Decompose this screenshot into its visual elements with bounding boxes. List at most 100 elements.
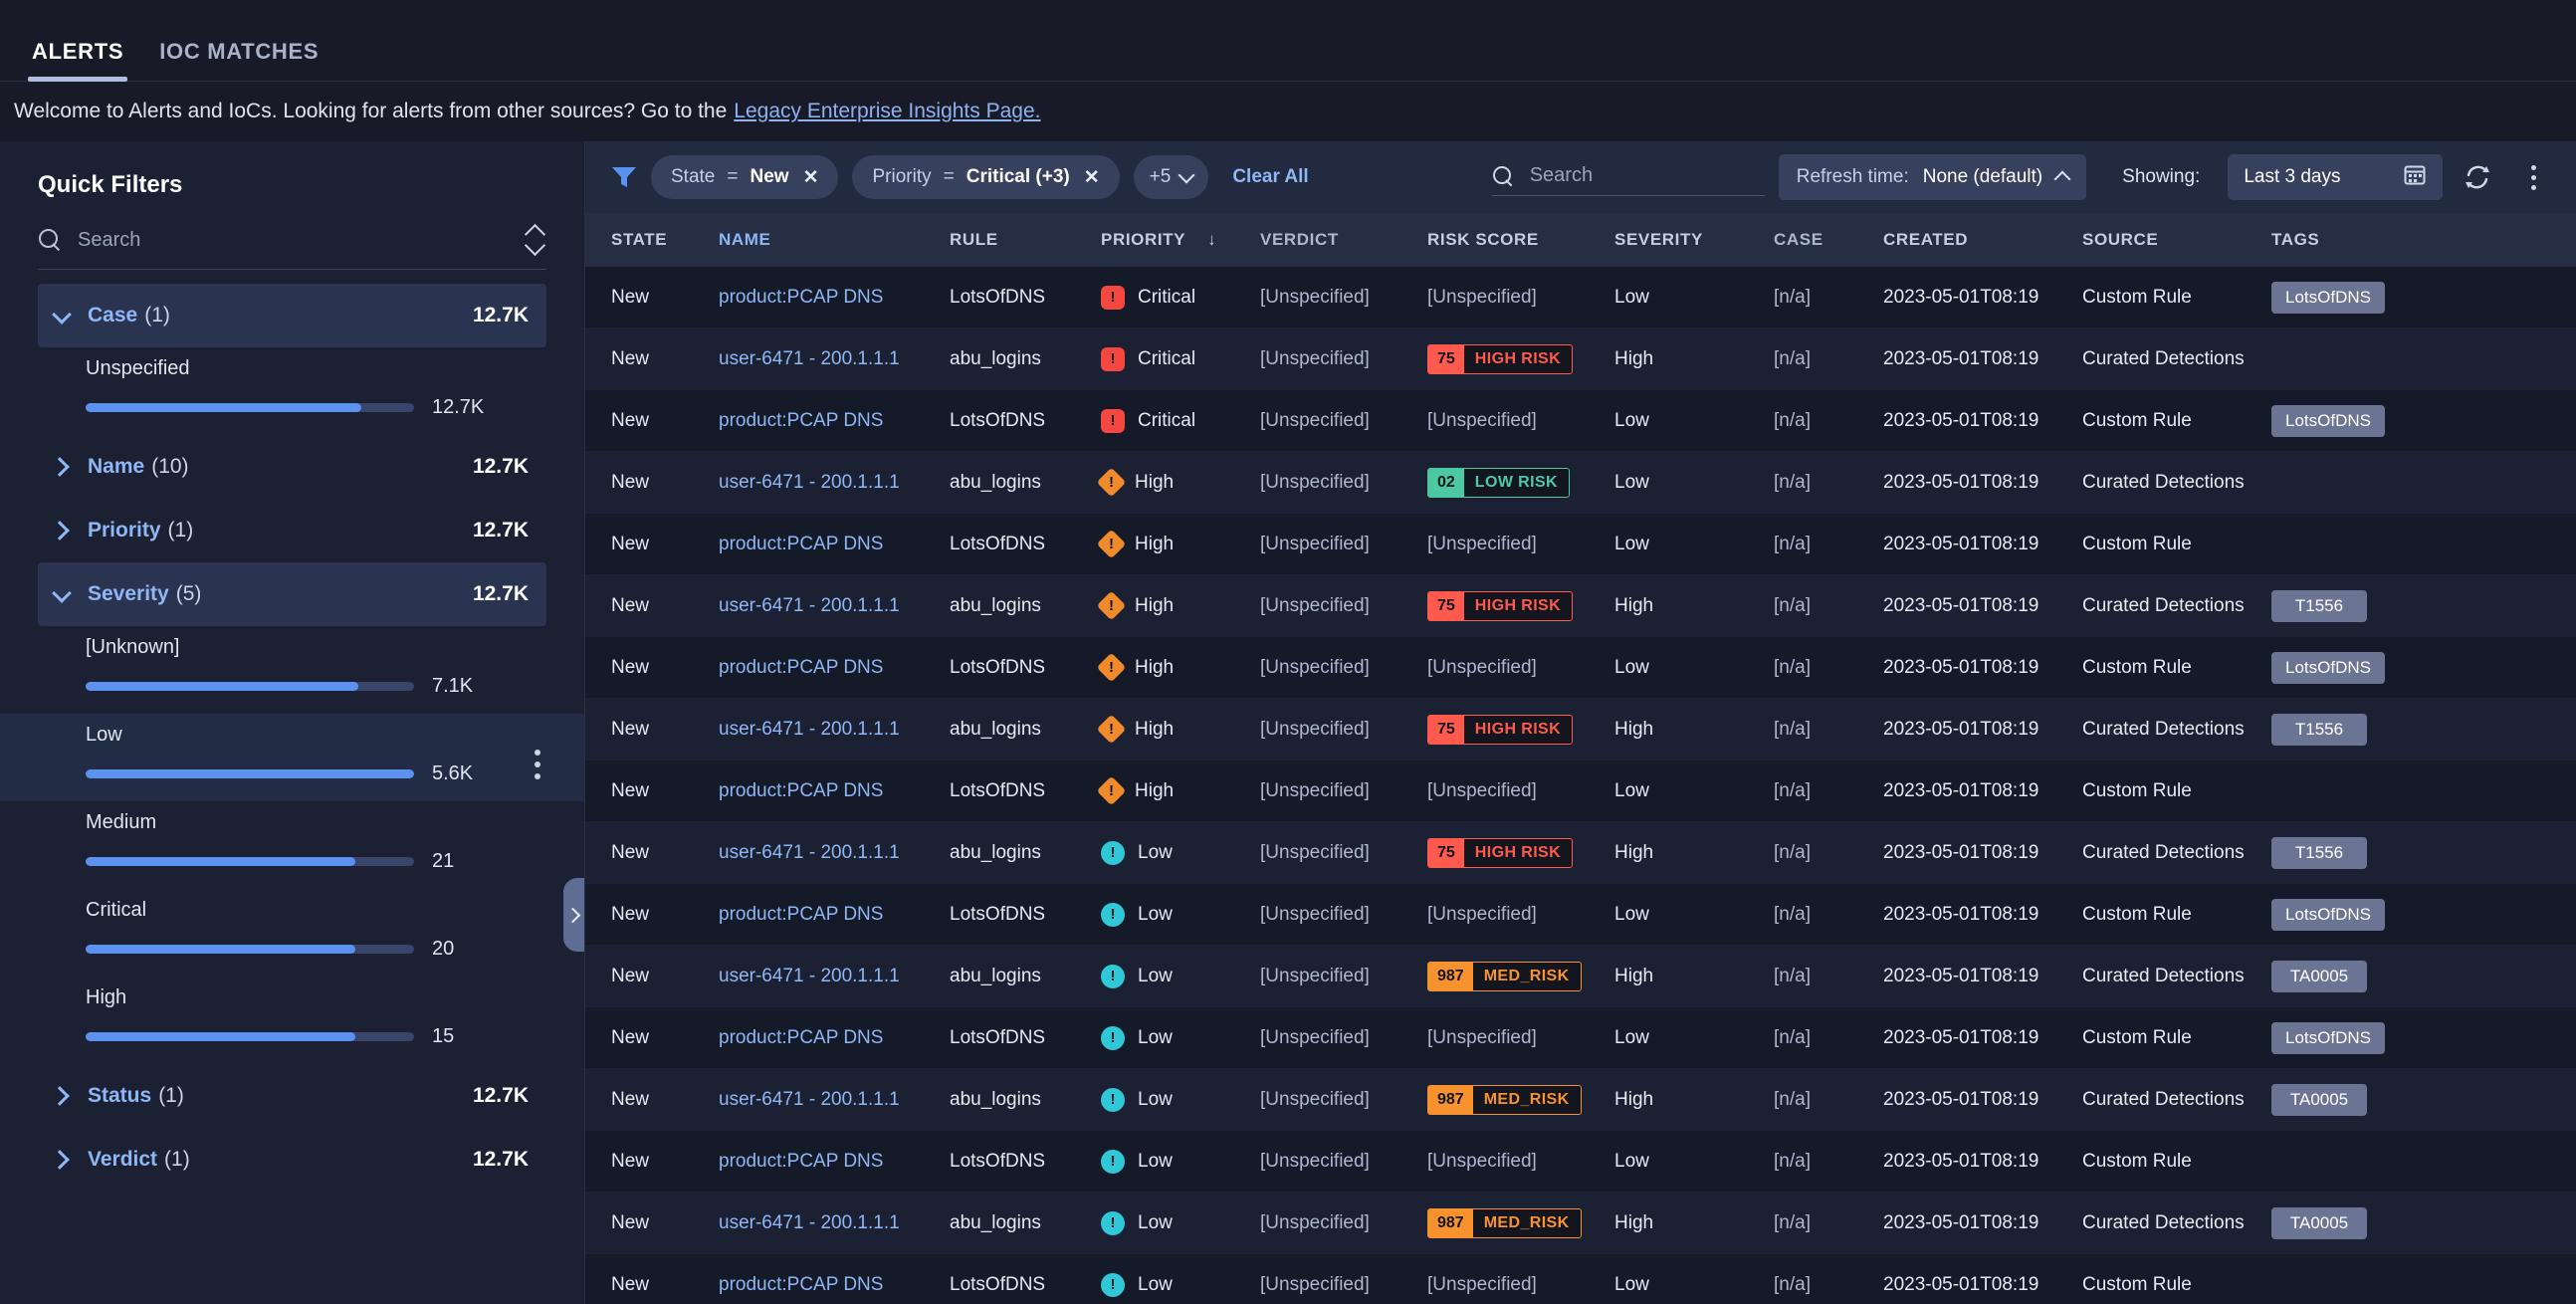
facet-item[interactable]: Medium 21 [0, 801, 584, 889]
tab-alerts[interactable]: ALERTS [14, 39, 141, 82]
table-row[interactable]: New user-6471 - 200.1.1.1 abu_logins! Criti… [585, 328, 2576, 390]
tag-pill[interactable]: LotsOfDNS [2271, 651, 2385, 684]
priority-label: Low [1138, 1088, 1173, 1110]
column-header-source[interactable]: SOURCE [2082, 230, 2271, 250]
sort-toggle-icon[interactable] [525, 223, 546, 257]
risk-score-badge: 75 HIGH RISK [1427, 590, 1574, 621]
cell-name-link[interactable]: user-6471 - 200.1.1.1 [719, 595, 950, 617]
tag-pill[interactable]: TA0005 [2271, 1206, 2367, 1239]
table-row[interactable]: New user-6471 - 200.1.1.1 abu_logins! High [… [585, 575, 2576, 637]
column-header-verdict[interactable]: VERDICT [1260, 230, 1427, 250]
table-row[interactable]: New product:PCAP DNS LotsOfDNS! Low [Unspeci… [585, 884, 2576, 946]
tag-pill[interactable]: TA0005 [2271, 960, 2367, 992]
cell-name-link[interactable]: product:PCAP DNS [719, 287, 950, 309]
column-header-severity[interactable]: SEVERITY [1614, 230, 1774, 250]
table-row[interactable]: New product:PCAP DNS LotsOfDNS! High [Unspec… [585, 514, 2576, 575]
sidebar-collapse-handle[interactable] [563, 878, 584, 952]
table-row[interactable]: New user-6471 - 200.1.1.1 abu_logins! Low [U… [585, 1069, 2576, 1131]
facet-item-value: 15 [432, 1025, 455, 1047]
cell-name-link[interactable]: product:PCAP DNS [719, 1274, 950, 1296]
facet-header-severity[interactable]: Severity (5) 12.7K [38, 562, 546, 626]
tag-pill[interactable]: TA0005 [2271, 1083, 2367, 1116]
cell-name-link[interactable]: user-6471 - 200.1.1.1 [719, 1212, 950, 1234]
cell-risk-score: 75 HIGH RISK [1427, 714, 1614, 745]
cell-name-link[interactable]: product:PCAP DNS [719, 534, 950, 555]
close-icon[interactable]: ✕ [803, 166, 819, 189]
table-row[interactable]: New user-6471 - 200.1.1.1 abu_logins! High [… [585, 452, 2576, 514]
table-row[interactable]: New product:PCAP DNS LotsOfDNS! Critical [Un… [585, 390, 2576, 452]
more-filters-chip[interactable]: +5 [1133, 155, 1209, 199]
table-row[interactable]: New product:PCAP DNS LotsOfDNS! Critical [Un… [585, 267, 2576, 328]
cell-name-link[interactable]: product:PCAP DNS [719, 410, 950, 432]
clear-all-button[interactable]: Clear All [1232, 166, 1308, 188]
column-header-state[interactable]: STATE [611, 230, 719, 250]
tag-pill[interactable]: LotsOfDNS [2271, 1021, 2385, 1054]
facet-item[interactable]: High 15 [0, 977, 584, 1064]
sidebar-search-input[interactable]: Search [78, 229, 509, 252]
tag-pill[interactable]: T1556 [2271, 836, 2367, 869]
tag-pill[interactable]: T1556 [2271, 589, 2367, 622]
cell-name-link[interactable]: product:PCAP DNS [719, 780, 950, 802]
tag-pill[interactable]: LotsOfDNS [2271, 281, 2385, 314]
facet-item-kebab-icon[interactable] [535, 750, 542, 779]
legacy-insights-link[interactable]: Legacy Enterprise Insights Page. [734, 100, 1040, 123]
cell-name-link[interactable]: product:PCAP DNS [719, 657, 950, 679]
facet-header-case[interactable]: Case (1) 12.7K [38, 284, 546, 347]
tag-pill[interactable]: LotsOfDNS [2271, 898, 2385, 931]
refresh-time-selector[interactable]: Refresh time: None (default) [1778, 154, 2087, 200]
close-icon[interactable]: ✕ [1084, 166, 1100, 189]
facet-header-status[interactable]: Status (1) 12.7K [38, 1064, 546, 1128]
time-range-selector[interactable]: Last 3 days [2228, 154, 2443, 200]
funnel-icon[interactable] [611, 165, 637, 189]
table-search-row[interactable]: Search [1491, 164, 1765, 196]
alerts-page: ALERTS IOC MATCHES Welcome to Alerts and… [0, 0, 2576, 1304]
cell-name-link[interactable]: user-6471 - 200.1.1.1 [719, 472, 950, 494]
column-header-case[interactable]: CASE [1774, 230, 1883, 250]
table-row[interactable]: New user-6471 - 200.1.1.1 abu_logins! High [… [585, 699, 2576, 761]
cell-name-link[interactable]: product:PCAP DNS [719, 1027, 950, 1049]
cell-name-link[interactable]: user-6471 - 200.1.1.1 [719, 842, 950, 864]
cell-priority: ! Low [1101, 902, 1260, 927]
kebab-menu-icon[interactable] [2512, 156, 2554, 198]
table-row[interactable]: New product:PCAP DNS LotsOfDNS! Low [Unspeci… [585, 1254, 2576, 1304]
table-row[interactable]: New product:PCAP DNS LotsOfDNS! High [Unspec… [585, 761, 2576, 822]
column-header-created[interactable]: CREATED [1883, 230, 2082, 250]
tab-ioc-matches[interactable]: IOC MATCHES [141, 39, 336, 81]
column-header-rule[interactable]: RULE [950, 230, 1101, 250]
table-row[interactable]: New user-6471 - 200.1.1.1 abu_logins! Low [U… [585, 822, 2576, 884]
tag-pill[interactable]: T1556 [2271, 713, 2367, 746]
facet-header-priority[interactable]: Priority (1) 12.7K [38, 499, 546, 562]
cell-name-link[interactable]: user-6471 - 200.1.1.1 [719, 719, 950, 741]
facet-item[interactable]: [Unknown] 7.1K [0, 626, 584, 714]
sidebar-search-row[interactable]: Search [38, 223, 546, 270]
column-header-risk-score[interactable]: RISK SCORE [1427, 230, 1614, 250]
facet-item[interactable]: Critical 20 [0, 889, 584, 977]
table-row[interactable]: New user-6471 - 200.1.1.1 abu_logins! Low [U… [585, 946, 2576, 1007]
cell-rule: abu_logins [950, 1211, 1041, 1233]
cell-name-link[interactable]: product:PCAP DNS [719, 1151, 950, 1173]
refresh-icon[interactable] [2457, 156, 2498, 198]
facet-item[interactable]: Unspecified 12.7K [0, 347, 584, 435]
facet-header-verdict[interactable]: Verdict (1) 12.7K [38, 1128, 546, 1192]
cell-name-link[interactable]: user-6471 - 200.1.1.1 [719, 966, 950, 987]
filter-chip-state[interactable]: State = New ✕ [651, 155, 839, 199]
table-row[interactable]: New product:PCAP DNS LotsOfDNS! Low [Unspeci… [585, 1007, 2576, 1069]
tag-pill[interactable]: LotsOfDNS [2271, 404, 2385, 437]
facet-item[interactable]: Low 5.6K [0, 714, 584, 801]
risk-score-value: 02 [1428, 468, 1464, 497]
calendar-icon[interactable] [2403, 162, 2427, 192]
column-header-priority[interactable]: PRIORITY ↓ [1101, 230, 1260, 250]
cell-severity: Low [1614, 656, 1649, 678]
table-row[interactable]: New product:PCAP DNS LotsOfDNS! Low [Unspeci… [585, 1131, 2576, 1193]
facet-header-name[interactable]: Name (10) 12.7K [38, 435, 546, 499]
cell-name-link[interactable]: user-6471 - 200.1.1.1 [719, 1089, 950, 1111]
column-header-tags[interactable]: TAGS [2271, 230, 2576, 250]
column-header-name[interactable]: NAME [719, 230, 950, 250]
table-row[interactable]: New product:PCAP DNS LotsOfDNS! High [Unspec… [585, 637, 2576, 699]
filter-chip-priority[interactable]: Priority = Critical (+3) ✕ [852, 155, 1120, 199]
table-row[interactable]: New user-6471 - 200.1.1.1 abu_logins! Low [U… [585, 1193, 2576, 1254]
cell-name-link[interactable]: product:PCAP DNS [719, 904, 950, 926]
table-search-input[interactable]: Search [1530, 164, 1593, 187]
cell-name-link[interactable]: user-6471 - 200.1.1.1 [719, 348, 950, 370]
facet-item-label: Critical [86, 899, 147, 921]
